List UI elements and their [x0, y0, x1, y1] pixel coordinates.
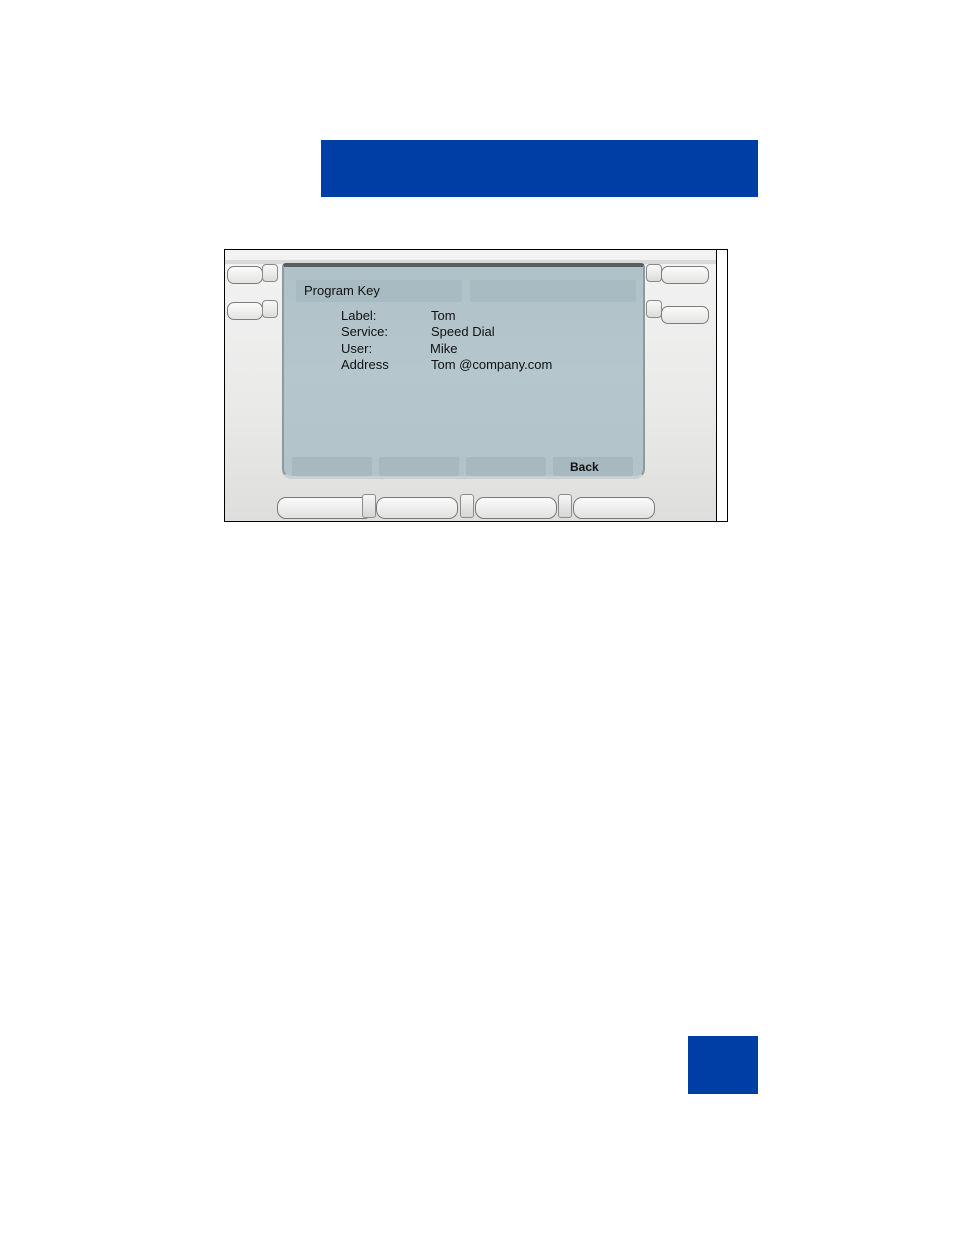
- softkey-button-3[interactable]: [475, 497, 557, 519]
- right-line-key-2-tab: [646, 300, 662, 318]
- left-line-key-2-tab: [262, 300, 278, 318]
- softkey-label-1: [292, 457, 372, 476]
- softkey-separator: [558, 494, 572, 518]
- header-bar: [321, 140, 758, 197]
- frame-edge: [716, 250, 727, 521]
- right-line-key-1-tab: [646, 264, 662, 282]
- softkey-separator: [460, 494, 474, 518]
- detail-value: Speed Dial: [431, 324, 495, 339]
- right-line-key-2[interactable]: [661, 306, 709, 324]
- detail-label: Label:: [341, 308, 377, 323]
- softkey-label-3: [466, 457, 546, 476]
- detail-value: Mike: [430, 341, 458, 356]
- detail-label: Service:: [341, 324, 388, 339]
- left-line-key-1[interactable]: [227, 266, 263, 284]
- detail-label: Address: [341, 357, 389, 372]
- softkey-separator: [362, 494, 376, 518]
- right-line-key-1[interactable]: [661, 266, 709, 284]
- screen-title: Program Key: [304, 283, 380, 298]
- detail-label: User:: [341, 341, 373, 356]
- softkey-button-back[interactable]: [573, 497, 655, 519]
- softkey-button-2[interactable]: [376, 497, 458, 519]
- softkey-button-1[interactable]: [277, 497, 373, 519]
- detail-value: Tom: [431, 308, 456, 323]
- softkey-back-label: Back: [570, 460, 599, 474]
- detail-value: Tom @company.com: [431, 357, 553, 372]
- phone-screen: Program Key Label: Tom Service: Speed Di…: [282, 263, 645, 479]
- left-line-key-2[interactable]: [227, 302, 263, 320]
- title-tab-secondary: [470, 280, 636, 302]
- page-number-tab: [688, 1036, 758, 1094]
- phone-display-illustration: Program Key Label: Tom Service: Speed Di…: [224, 249, 728, 522]
- softkey-label-2: [379, 457, 459, 476]
- left-line-key-1-tab: [262, 264, 278, 282]
